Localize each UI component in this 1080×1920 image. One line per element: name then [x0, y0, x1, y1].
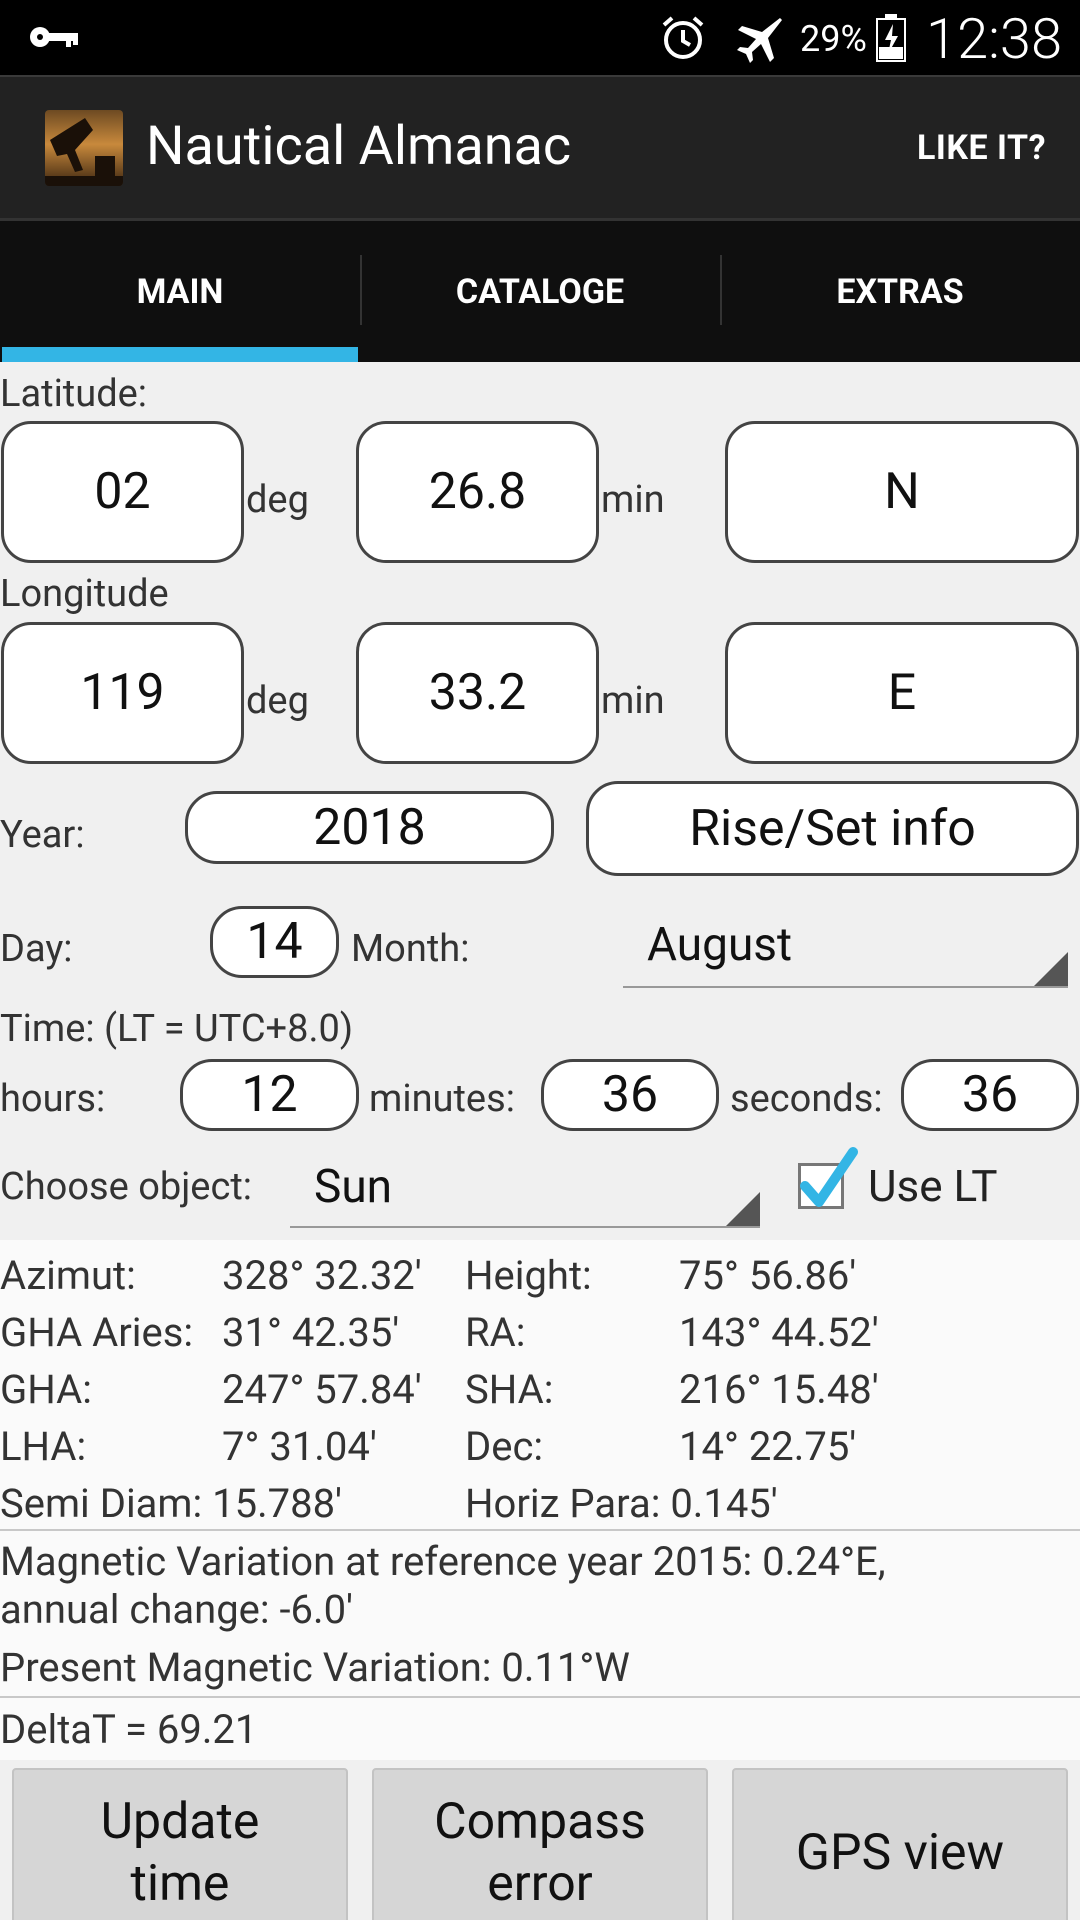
ra-value: 143° 44.52': [679, 1309, 879, 1356]
action-bar: Nautical Almanac LIKE IT?: [0, 75, 1080, 221]
like-it-button[interactable]: LIKE IT?: [917, 128, 1046, 168]
update-time-line2: time: [130, 1855, 230, 1913]
azimut-value: 328° 32.32': [222, 1252, 422, 1299]
latitude-min-unit: min: [601, 478, 665, 522]
gha-aries-value: 31° 42.35': [222, 1309, 400, 1356]
month-value: August: [647, 918, 793, 972]
gha-aries-label: GHA Aries:: [0, 1309, 194, 1356]
tab-extras[interactable]: EXTRAS: [720, 221, 1080, 362]
use-lt-checkbox[interactable]: [798, 1147, 858, 1209]
latitude-deg-unit: deg: [246, 478, 309, 522]
dropdown-arrow-icon: [1034, 952, 1068, 986]
airplane-mode-icon: [732, 12, 784, 68]
longitude-min-unit: min: [601, 679, 665, 723]
latitude-min-field[interactable]: 26.8: [356, 421, 599, 563]
day-field[interactable]: 14: [210, 906, 339, 978]
latitude-deg-field[interactable]: 02: [1, 421, 244, 563]
update-time-line1: Update: [100, 1792, 260, 1851]
longitude-deg-unit: deg: [246, 679, 309, 723]
latitude-hemisphere-field[interactable]: N: [725, 421, 1079, 563]
azimut-label: Azimut:: [0, 1252, 136, 1299]
tab-cataloge[interactable]: CATALOGE: [360, 221, 720, 362]
app-logo-icon: [45, 110, 123, 186]
seconds-field[interactable]: 36: [901, 1059, 1079, 1131]
alarm-icon: [658, 13, 708, 67]
object-dropdown[interactable]: Sun: [290, 1158, 760, 1228]
hours-label: hours:: [0, 1077, 106, 1121]
magnetic-variation-line2: annual change: -6.0': [0, 1586, 354, 1633]
divider: [0, 1529, 1080, 1531]
ra-label: RA:: [465, 1309, 526, 1356]
update-time-label: Update time: [101, 1791, 260, 1916]
horiz-para-text: Horiz Para: 0.145': [465, 1480, 778, 1527]
object-value: Sun: [314, 1160, 393, 1214]
magnetic-variation-line1: Magnetic Variation at reference year 201…: [0, 1538, 886, 1585]
sha-value: 216° 15.48': [679, 1366, 879, 1413]
rise-set-info-button[interactable]: Rise/Set info: [586, 781, 1079, 876]
height-label: Height:: [465, 1252, 592, 1299]
compass-error-button[interactable]: Compass error: [372, 1768, 708, 1920]
gha-label: GHA:: [0, 1366, 92, 1413]
gps-view-button[interactable]: GPS view: [732, 1768, 1068, 1920]
minutes-label: minutes:: [369, 1077, 515, 1121]
tab-main[interactable]: MAIN: [0, 221, 360, 362]
semi-diam-text: Semi Diam: 15.788': [0, 1480, 343, 1527]
year-field[interactable]: 2018: [185, 791, 554, 864]
year-label: Year:: [0, 813, 85, 857]
month-label: Month:: [351, 927, 470, 971]
update-time-button[interactable]: Update time: [12, 1768, 348, 1920]
results-panel: Azimut: 328° 32.32' Height: 75° 56.86' G…: [0, 1240, 1080, 1760]
dec-label: Dec:: [465, 1423, 544, 1470]
month-dropdown[interactable]: August: [623, 916, 1068, 988]
status-bar: 29% 12:38: [0, 0, 1080, 75]
height-value: 75° 56.86': [679, 1252, 857, 1299]
delta-t-text: DeltaT = 69.21: [0, 1706, 258, 1753]
compass-error-line1: Compass: [434, 1792, 646, 1851]
lha-label: LHA:: [0, 1423, 87, 1470]
use-lt-label: Use LT: [868, 1160, 998, 1212]
lha-value: 7° 31.04': [222, 1423, 377, 1470]
longitude-deg-field[interactable]: 119: [1, 622, 244, 764]
minutes-field[interactable]: 36: [541, 1059, 719, 1131]
battery-percent: 29%: [800, 18, 867, 60]
time-label: Time: (LT = UTC+8.0): [0, 1007, 354, 1051]
longitude-min-field[interactable]: 33.2: [356, 622, 599, 764]
longitude-label: Longitude: [0, 572, 169, 616]
seconds-label: seconds:: [730, 1077, 883, 1121]
present-magnetic-variation: Present Magnetic Variation: 0.11°W: [0, 1644, 630, 1691]
longitude-hemisphere-field[interactable]: E: [725, 622, 1079, 764]
choose-object-label: Choose object:: [0, 1165, 252, 1209]
battery-icon: [876, 14, 906, 66]
app-title: Nautical Almanac: [146, 115, 572, 178]
sha-label: SHA:: [465, 1366, 554, 1413]
compass-error-label: Compass error: [434, 1791, 646, 1916]
dropdown-arrow-icon: [726, 1192, 760, 1226]
compass-error-line2: error: [487, 1855, 593, 1913]
hours-field[interactable]: 12: [180, 1059, 359, 1131]
day-label: Day:: [0, 927, 73, 971]
divider: [0, 1696, 1080, 1698]
key-icon: [28, 22, 80, 56]
dec-value: 14° 22.75': [679, 1423, 857, 1470]
gha-value: 247° 57.84': [222, 1366, 422, 1413]
tab-bar: MAIN CATALOGE EXTRAS: [0, 221, 1080, 362]
latitude-label: Latitude:: [0, 372, 147, 416]
gps-view-label: GPS view: [795, 1823, 1005, 1882]
status-clock: 12:38: [926, 6, 1063, 72]
